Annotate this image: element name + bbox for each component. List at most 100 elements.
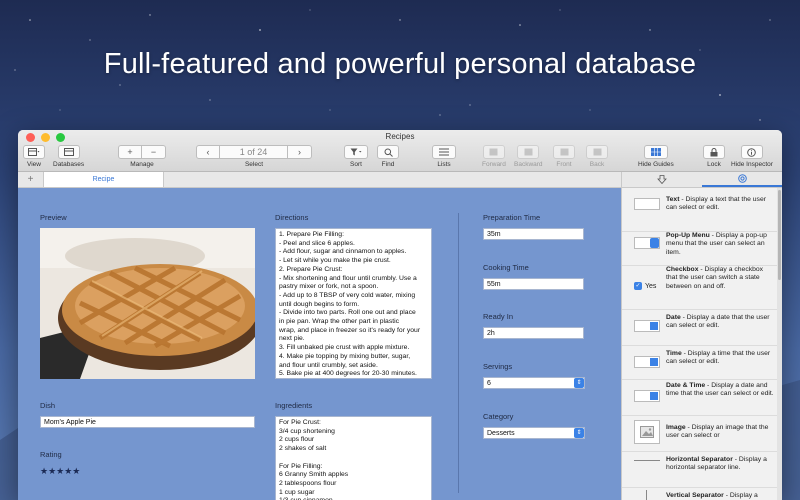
search-icon bbox=[384, 148, 393, 157]
lists-button[interactable] bbox=[432, 145, 456, 159]
inspector-item-image[interactable]: Image - Display an image that the user c… bbox=[622, 416, 777, 452]
item-title: Date & Time bbox=[666, 382, 706, 389]
toolbar: Recipes View Databases + − Manage ‹ 1 of… bbox=[18, 130, 782, 172]
back-label: Back bbox=[589, 161, 605, 168]
lock-control[interactable]: Lock bbox=[703, 145, 725, 168]
time-field-icon bbox=[634, 356, 660, 368]
text-line: For Pie Filling: bbox=[279, 462, 323, 470]
lock-label: Lock bbox=[707, 161, 721, 168]
rating-stars[interactable]: ★★★★★ bbox=[40, 466, 80, 477]
fields-icon bbox=[657, 175, 667, 184]
back-control[interactable]: Back bbox=[586, 145, 608, 168]
view-control[interactable]: View bbox=[23, 145, 45, 168]
find-button[interactable] bbox=[377, 145, 399, 159]
tab-recipe[interactable]: Recipe bbox=[44, 172, 164, 187]
text-line: - Add up to 8 TBSP of very cold water, m… bbox=[279, 291, 416, 299]
text-line: 2. Prepare Pie Crust: bbox=[279, 265, 343, 273]
manage-label: Manage bbox=[130, 161, 154, 168]
apple-pie-photo bbox=[40, 228, 255, 379]
date-field-icon bbox=[634, 320, 660, 332]
inspector-item-checkbox[interactable]: ✓ Yes Checkbox - Display a checkbox that… bbox=[622, 266, 777, 310]
hide-guides-button[interactable] bbox=[643, 145, 668, 159]
directions-label: Directions bbox=[275, 213, 309, 222]
back-button[interactable] bbox=[586, 145, 608, 159]
sort-label: Sort bbox=[350, 161, 362, 168]
text-line: - Peel and slice 6 apples. bbox=[279, 239, 355, 247]
scrollbar-thumb[interactable] bbox=[778, 190, 781, 280]
ingredients-label: Ingredients bbox=[275, 401, 313, 410]
servings-select[interactable]: 6 ⇕ bbox=[483, 377, 585, 389]
item-title: Pop-Up Menu bbox=[666, 232, 710, 239]
preview-label: Preview bbox=[40, 213, 67, 222]
info-icon bbox=[747, 147, 757, 157]
popup-menu-icon bbox=[634, 237, 660, 249]
add-record-button[interactable]: + bbox=[118, 145, 142, 159]
bring-forward-icon bbox=[489, 148, 498, 156]
hide-guides-control[interactable]: Hide Guides bbox=[638, 145, 674, 168]
cook-time-field[interactable]: 55m bbox=[483, 278, 584, 290]
next-record-button[interactable]: › bbox=[288, 145, 312, 159]
inspector-item-horizontal-separator[interactable]: Horizontal Separator - Display a horizon… bbox=[622, 452, 777, 488]
prep-time-field[interactable]: 35m bbox=[483, 228, 584, 240]
inspector-panel: Text - Display a text that the user can … bbox=[621, 188, 782, 500]
window-title: Recipes bbox=[385, 132, 415, 141]
inspector-tab-settings[interactable] bbox=[702, 172, 782, 187]
text-line: 3. Fill unbaked pie crust with apple mix… bbox=[279, 344, 410, 352]
inspector-item-time[interactable]: Time - Display a time that the user can … bbox=[622, 346, 777, 380]
inspector-item-date[interactable]: Date - Display a date that the user can … bbox=[622, 310, 777, 346]
preview-image[interactable] bbox=[40, 228, 255, 379]
app-window: Recipes View Databases + − Manage ‹ 1 of… bbox=[18, 130, 782, 500]
inspector-scrollbar[interactable] bbox=[777, 188, 782, 500]
ready-in-field[interactable]: 2h bbox=[483, 327, 584, 339]
inspector-item-date-time[interactable]: Date & Time - Display a date and time th… bbox=[622, 380, 777, 416]
send-backward-icon bbox=[524, 148, 533, 156]
text-line: 1 cup sugar bbox=[279, 488, 315, 496]
text-line: - Add flour, sugar and cinnamon to apple… bbox=[279, 248, 407, 256]
backward-button[interactable] bbox=[517, 145, 540, 159]
category-select[interactable]: Desserts ⇕ bbox=[483, 427, 585, 439]
front-button[interactable] bbox=[553, 145, 575, 159]
find-control[interactable]: Find bbox=[377, 145, 399, 168]
lists-control[interactable]: Lists bbox=[432, 145, 456, 168]
sort-control[interactable]: Sort bbox=[344, 145, 368, 168]
backward-control[interactable]: Backward bbox=[514, 145, 543, 168]
checkbox-sample-label: Yes bbox=[645, 282, 657, 290]
lock-button[interactable] bbox=[703, 145, 725, 159]
forward-button[interactable] bbox=[482, 145, 505, 159]
backward-label: Backward bbox=[514, 161, 543, 168]
inspector-item-popup-menu[interactable]: Pop-Up Menu - Display a pop-up menu that… bbox=[622, 232, 777, 266]
ingredients-textarea[interactable]: For Pie Crust: 3/4 cup shortening 2 cups f… bbox=[275, 416, 432, 500]
hide-inspector-control[interactable]: Hide Inspector bbox=[731, 145, 773, 168]
ready-in-label: Ready In bbox=[483, 312, 514, 321]
record-counter: 1 of 24 bbox=[220, 145, 288, 159]
inspector-item-text[interactable]: Text - Display a text that the user can … bbox=[622, 188, 777, 232]
front-control[interactable]: Front bbox=[553, 145, 575, 168]
hide-inspector-label: Hide Inspector bbox=[731, 161, 773, 168]
view-label: View bbox=[27, 161, 41, 168]
find-label: Find bbox=[381, 161, 395, 168]
text-line: 6 Granny Smith apples bbox=[279, 471, 349, 479]
view-layout-icon bbox=[28, 148, 40, 156]
inspector-tab-fields[interactable] bbox=[622, 172, 702, 187]
previous-record-button[interactable]: ‹ bbox=[196, 145, 220, 159]
dish-field[interactable]: Mom's Apple Pie bbox=[40, 416, 255, 428]
remove-record-button[interactable]: − bbox=[142, 145, 166, 159]
inspector-item-vertical-separator[interactable]: Vertical Separator - Display a bbox=[622, 488, 777, 500]
add-tab-button[interactable]: + bbox=[18, 172, 44, 187]
directions-textarea[interactable]: 1. Prepare Pie Filling: - Peel and slice… bbox=[275, 228, 432, 379]
databases-control[interactable]: Databases bbox=[53, 145, 84, 168]
checkbox-icon: ✓ Yes bbox=[634, 282, 657, 290]
text-line: 2 cups flour bbox=[279, 436, 315, 444]
lock-icon bbox=[710, 147, 718, 156]
forward-control[interactable]: Forward bbox=[482, 145, 506, 168]
item-title: Vertical Separator bbox=[666, 492, 724, 499]
front-label: Front bbox=[556, 161, 572, 168]
hide-inspector-button[interactable] bbox=[740, 145, 763, 159]
view-button[interactable] bbox=[23, 145, 45, 159]
category-label: Category bbox=[483, 412, 514, 421]
category-value: Desserts bbox=[487, 430, 515, 437]
text-line: - Mix shortening and flour until crumbly… bbox=[279, 274, 417, 282]
databases-button[interactable] bbox=[57, 145, 80, 159]
hide-guides-label: Hide Guides bbox=[638, 161, 674, 168]
sort-button[interactable] bbox=[344, 145, 368, 159]
